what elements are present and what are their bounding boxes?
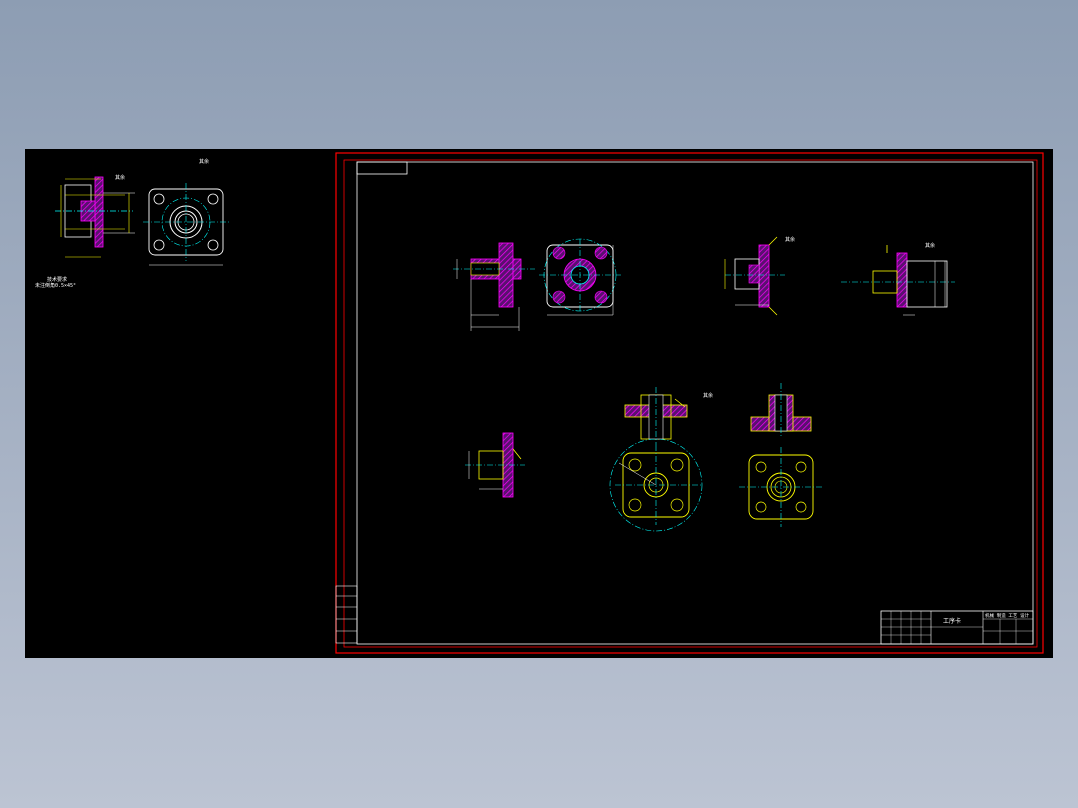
cad-viewport[interactable]: 技术要求 未注倒角0.5×45° 其余 其余 其余 其余 其余 工序卡 机械 制… xyxy=(25,149,1053,658)
svg-text:其余: 其余 xyxy=(115,174,125,181)
sheet-code-box xyxy=(356,161,408,175)
part-view-1 xyxy=(453,238,621,331)
reference-front-view: 其余 xyxy=(143,158,229,266)
title-block-drawing-name: 工序卡 xyxy=(943,617,961,625)
margin-table xyxy=(335,585,358,644)
drawing-canvas: 技术要求 未注倒角0.5×45° 其余 其余 其余 其余 其余 工序卡 机械 制… xyxy=(35,152,1044,654)
svg-text:未注倒角0.5×45°: 未注倒角0.5×45° xyxy=(35,282,76,289)
part-view-3: 其余 xyxy=(841,242,955,316)
sheet-border xyxy=(356,161,1034,645)
reference-section-view: 技术要求 未注倒角0.5×45° 其余 xyxy=(35,174,135,289)
svg-text:其余: 其余 xyxy=(925,242,935,249)
drawing-sheet xyxy=(335,152,1044,654)
title-block: 工序卡 机械 制造 工艺 设计 xyxy=(880,610,1034,645)
part-view-2: 其余 xyxy=(724,236,795,316)
part-view-5: 其余 xyxy=(609,387,713,532)
title-block-org: 机械 制造 工艺 设计 xyxy=(985,612,1030,619)
svg-text:其余: 其余 xyxy=(199,158,209,165)
svg-text:技术要求: 技术要求 xyxy=(47,276,67,283)
sheet-red-frame xyxy=(335,152,1044,654)
part-view-4 xyxy=(465,432,525,498)
svg-text:其余: 其余 xyxy=(785,236,795,243)
reference-part-drawing: 技术要求 未注倒角0.5×45° 其余 其余 xyxy=(35,158,229,289)
part-view-6 xyxy=(739,383,823,527)
svg-text:其余: 其余 xyxy=(703,392,713,399)
